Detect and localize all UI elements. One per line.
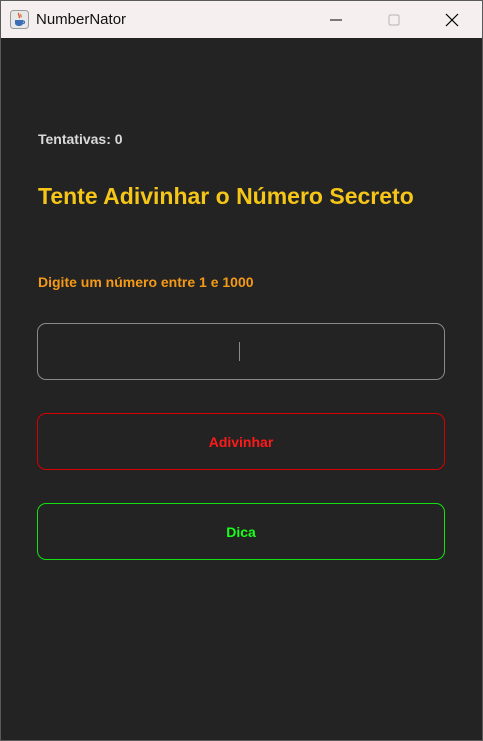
minimize-button[interactable] (307, 1, 365, 38)
guess-input[interactable] (37, 323, 445, 380)
window-title: NumberNator (36, 11, 127, 28)
close-icon (445, 13, 459, 26)
text-caret (239, 342, 240, 361)
game-panel: Tentativas: 0 Tente Adivinhar o Número S… (1, 38, 482, 741)
range-prompt: Digite um número entre 1 e 1000 (38, 274, 254, 290)
attempts-counter: Tentativas: 0 (38, 131, 123, 147)
guess-button[interactable]: Adivinhar (37, 413, 445, 470)
minimize-icon (330, 19, 342, 20)
app-window: NumberNator Tentativas: 0 Tente Adivinha… (0, 0, 483, 741)
maximize-icon (388, 14, 400, 25)
java-cup-icon (10, 10, 29, 29)
page-title: Tente Adivinhar o Número Secreto (38, 183, 414, 209)
maximize-button[interactable] (365, 1, 423, 38)
hint-button[interactable]: Dica (37, 503, 445, 560)
close-button[interactable] (423, 1, 481, 38)
title-bar[interactable]: NumberNator (1, 1, 482, 38)
